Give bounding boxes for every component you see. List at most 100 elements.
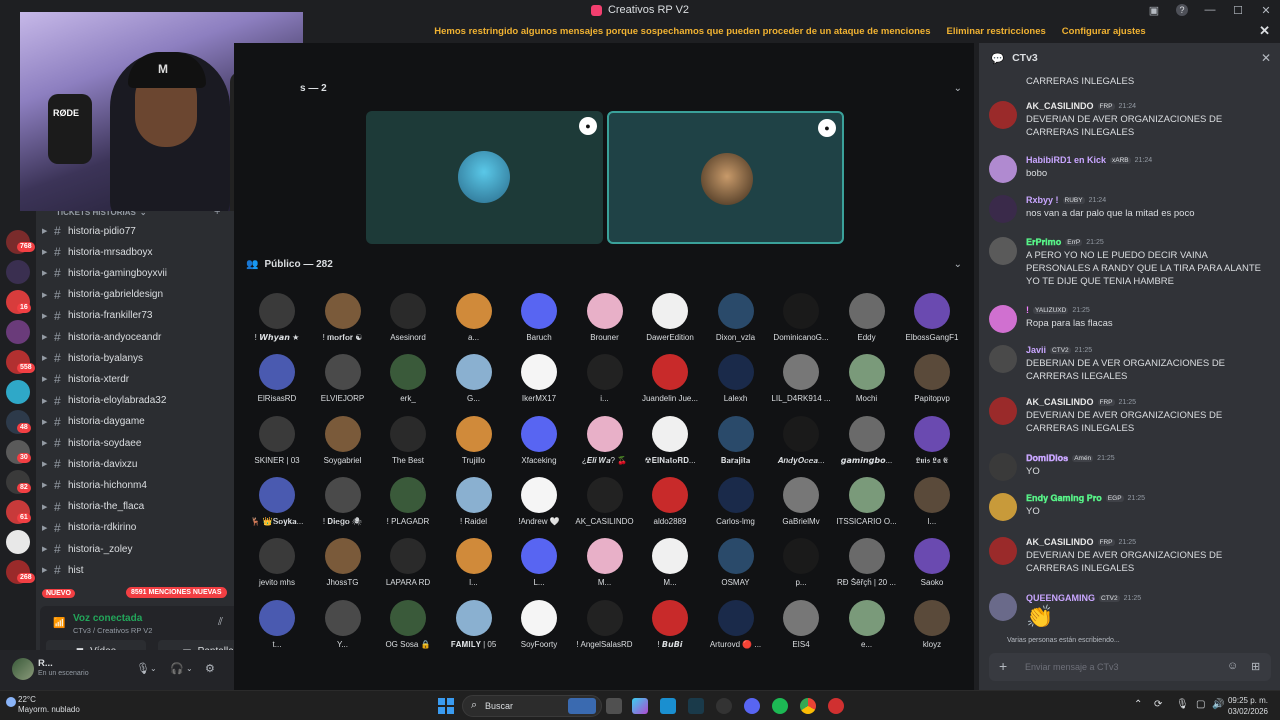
avatar[interactable] [989, 493, 1017, 521]
message-author[interactable]: Javii [1026, 345, 1046, 355]
speaker-tile[interactable]: ● [607, 111, 844, 244]
chevron-down-icon[interactable]: ⌄ [186, 664, 193, 673]
speaker-tile[interactable]: ● [366, 111, 603, 244]
audience-member[interactable]: aldo2889 [638, 476, 702, 535]
audience-member[interactable]: 𝙜𝙖𝙢𝙞𝙣𝙜𝙗𝙤... [835, 415, 899, 474]
chevron-up-icon[interactable]: ⌃ [1134, 699, 1142, 710]
audience-member[interactable]: p... [769, 538, 833, 596]
message-author[interactable]: ! [1026, 305, 1029, 315]
message-author[interactable]: QUEENGAMING [1026, 593, 1095, 603]
start-button[interactable] [438, 698, 454, 714]
audience-member[interactable]: l... [442, 538, 506, 596]
noise-suppression-icon[interactable]: ⫽ [218, 616, 223, 629]
server-icon[interactable] [6, 260, 30, 284]
audience-member[interactable]: SKINER | 03 [245, 415, 309, 474]
channel-item[interactable]: ▶ # historia-mrsadboyx [42, 242, 228, 262]
channel-item[interactable]: ▶ # historia-daygame [42, 412, 228, 432]
terminal-icon[interactable] [688, 698, 704, 714]
chevron-down-icon[interactable]: ⌄ [954, 83, 962, 94]
avatar[interactable] [989, 155, 1017, 183]
audience-member[interactable]: ☢𝐄𝐥𝐍𝐚𝐭𝐨𝐑𝐃... [638, 415, 702, 474]
audience-member[interactable]: DominicanoG... [769, 293, 833, 351]
audience-member[interactable]: kloyz [900, 599, 964, 658]
audience-member[interactable]: ! AngelSalasRD [573, 599, 637, 658]
message-author[interactable]: AK_CASILINDO [1026, 537, 1094, 547]
taskbar-app-icon[interactable] [568, 698, 596, 714]
server-icon[interactable] [6, 380, 30, 404]
avatar[interactable] [989, 237, 1017, 265]
audience-member[interactable]: ¿𝑬𝒍𝒊 𝑾𝒂? 🍒 [573, 415, 637, 474]
audience-member[interactable]: erk_ [376, 354, 440, 412]
audience-member[interactable]: 🦌 👑𝐒𝐨𝐲𝐤𝐚... [245, 476, 309, 535]
audience-member[interactable]: The Best [376, 415, 440, 474]
channel-item[interactable]: ▶ # historia-rdkirino [42, 518, 228, 538]
audience-member[interactable]: LIL_D4RK914 ... [769, 354, 833, 412]
server-icon[interactable] [6, 320, 30, 344]
audience-member[interactable]: Soygabriel [311, 415, 375, 474]
audience-member[interactable]: ELVIEJORP [311, 354, 375, 412]
audience-member[interactable]: 𝐁𝐚𝐫𝐚𝐣𝐢𝐭𝐚 [704, 415, 768, 474]
audience-member[interactable]: Baruch [507, 293, 571, 351]
chrome-icon[interactable] [800, 698, 816, 714]
audience-member[interactable]: ! 𝘽𝙪𝘽𝙞 [638, 599, 702, 658]
chevron-down-icon[interactable]: ⌄ [954, 259, 962, 270]
avatar[interactable] [12, 658, 34, 680]
channel-item[interactable]: ▶ # historia-_zoley [42, 539, 228, 559]
avatar[interactable] [989, 397, 1017, 425]
audience-member[interactable]: Xfaceking [507, 415, 571, 474]
username[interactable]: R... [38, 658, 53, 669]
new-badge[interactable]: NUEVO [42, 589, 75, 598]
message-input[interactable]: + Enviar mensaje a CTv3 ☺ ⊞ [989, 653, 1271, 681]
message-author[interactable]: 𝐃𝐨𝐦𝐢𝐃𝐢𝐨𝐬 [1026, 453, 1068, 464]
channel-item[interactable]: ▶ # historia-byalanys [42, 348, 228, 368]
volume-icon[interactable]: 🔊 [1212, 699, 1224, 710]
headphones-icon[interactable]: 🎧 [170, 662, 184, 675]
clock[interactable]: 09:25 p. m. 03/02/2026 [1228, 695, 1268, 717]
help-icon[interactable]: ? [1168, 0, 1196, 20]
discord-icon[interactable] [744, 698, 760, 714]
audience-member[interactable]: ElbossGangF1 [900, 293, 964, 351]
audience-member[interactable]: Brouner [573, 293, 637, 351]
audience-header[interactable]: 👥 Público — 282 [246, 259, 333, 270]
audience-member[interactable]: G... [442, 354, 506, 412]
channel-item[interactable]: ▶ # historia-gabrieldesign [42, 285, 228, 305]
spotify-icon[interactable] [772, 698, 788, 714]
audience-member[interactable]: 𝑨𝒏𝒅𝒚𝑶𝒄𝒆𝒂... [769, 415, 833, 474]
message-author[interactable]: HabibiRD1 en Kick [1026, 155, 1106, 165]
audience-member[interactable]: Dixon_vzla [704, 293, 768, 351]
settings-gear-icon[interactable]: ⚙ [205, 662, 215, 675]
audience-member[interactable]: ! 𝐦𝐨𝐫𝐟𝐨𝐫 ☯ [311, 293, 375, 351]
audience-member[interactable]: Saoko [900, 538, 964, 596]
app-icon[interactable] [828, 698, 844, 714]
audience-member[interactable]: ITSSICARIO O... [835, 476, 899, 535]
audience-member[interactable]: AK_CASILINDO [573, 476, 637, 535]
channel-item[interactable]: ▶ # hist [42, 560, 228, 580]
microphone-icon[interactable]: 🎙 [136, 662, 150, 675]
signal-icon[interactable]: 📶 [53, 618, 65, 630]
app-icon[interactable] [716, 698, 732, 714]
audience-member[interactable]: t... [245, 599, 309, 658]
audience-member[interactable]: Asesinord [376, 293, 440, 351]
audience-member[interactable]: Trujillo [442, 415, 506, 474]
audience-member[interactable]: a... [442, 293, 506, 351]
audience-member[interactable]: l... [900, 476, 964, 535]
chevron-down-icon[interactable]: ⌄ [150, 664, 157, 673]
avatar[interactable] [989, 345, 1017, 373]
audience-member[interactable]: Y... [311, 599, 375, 658]
speakers-header[interactable]: s — 2 [300, 83, 327, 94]
audience-member[interactable]: Carlos-lmg [704, 476, 768, 535]
message-author[interactable]: AK_CASILINDO [1026, 397, 1094, 407]
emoji-icon[interactable]: ☺ [1227, 660, 1238, 672]
audience-member[interactable]: ! 𝐃𝐢𝐞𝐠𝐨 🕷 [311, 476, 375, 535]
audience-member[interactable]: Papitopvp [900, 354, 964, 412]
audience-member[interactable]: Arturovd 🔴 ... [704, 599, 768, 658]
microphone-icon[interactable]: 🎙 [1176, 699, 1189, 710]
audience-member[interactable]: e... [835, 599, 899, 658]
message-author[interactable]: 𝐄𝐫𝐏𝐫𝐢𝐦𝐨 [1026, 237, 1061, 248]
audience-member[interactable]: ! Raidel [442, 476, 506, 535]
audience-member[interactable]: IkerMX17 [507, 354, 571, 412]
audience-member[interactable]: Juandelin Jue... [638, 354, 702, 412]
channel-item[interactable]: ▶ # historia-frankiller73 [42, 306, 228, 326]
audience-member[interactable]: M... [638, 538, 702, 596]
channel-item[interactable]: ▶ # historia-andyoceandr [42, 327, 228, 347]
